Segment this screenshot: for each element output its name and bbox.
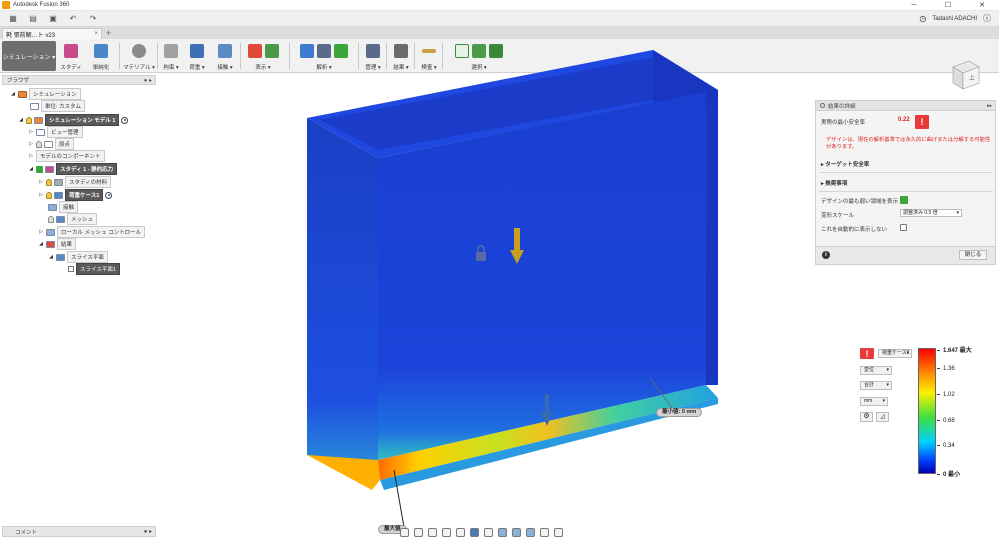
load-arrow-shaft bbox=[545, 394, 549, 412]
warning-icon: ! bbox=[915, 115, 929, 129]
grid-settings-icon[interactable] bbox=[484, 527, 493, 537]
quantity-select[interactable]: 変位 bbox=[860, 366, 892, 375]
target-sf-section[interactable]: ▸ ターゲット安全率 bbox=[821, 160, 869, 168]
expand-panel-icon[interactable]: ▸▸ bbox=[987, 103, 992, 109]
fit-icon[interactable] bbox=[456, 527, 465, 537]
svg-text:上: 上 bbox=[969, 74, 975, 82]
legend-settings-icon[interactable]: ⚙ bbox=[860, 412, 873, 422]
mesh-view-icon[interactable] bbox=[540, 527, 549, 537]
orbit-icon[interactable] bbox=[400, 527, 409, 537]
deform-scale-select[interactable]: 調整済み 0.5 倍 bbox=[900, 209, 962, 217]
legend-tick: 0.68 bbox=[937, 418, 955, 424]
legend-tick: 0.34 bbox=[937, 443, 955, 449]
legend-max-label: 1.647 最大 bbox=[937, 345, 972, 354]
display-settings-icon[interactable] bbox=[470, 527, 479, 537]
model-base-corner bbox=[307, 455, 380, 490]
recommendations-section[interactable]: ▸ 推奨事項 bbox=[821, 179, 847, 187]
panel-divider bbox=[819, 191, 993, 192]
deform-scale-label: 変形スケール bbox=[821, 213, 855, 219]
min-value-label[interactable]: 最小値: 0 mm bbox=[656, 408, 703, 417]
legend-tick: 1.36 bbox=[937, 366, 955, 372]
unit-select[interactable]: mm bbox=[860, 397, 888, 406]
look-at-icon[interactable] bbox=[414, 527, 423, 537]
view-cube[interactable]: 上 bbox=[945, 55, 985, 95]
shaded-view-icon[interactable] bbox=[512, 527, 521, 537]
show-weakest-icon[interactable] bbox=[900, 196, 908, 204]
min-sf-label: 実際の最小安全率 bbox=[821, 120, 866, 126]
panel-divider bbox=[819, 172, 993, 173]
close-button[interactable]: 閉じる bbox=[959, 250, 987, 260]
results-details-panel: 結果の詳細 ▸▸ 実際の最小安全率 0.22 ! デザインは、現在の解析基準では… bbox=[815, 100, 996, 265]
results-panel-header[interactable]: 結果の詳細 ▸▸ bbox=[816, 101, 995, 111]
info-icon[interactable]: i bbox=[822, 251, 830, 259]
no-auto-show-label: これを自動的に表示しない bbox=[821, 227, 888, 233]
load-arrow-shaft bbox=[514, 228, 520, 250]
legend-tick: 1.02 bbox=[937, 392, 955, 398]
recommendations-label: 推奨事項 bbox=[825, 181, 848, 187]
model-left-wall[interactable] bbox=[307, 118, 378, 470]
view-cube-icon[interactable] bbox=[498, 527, 507, 537]
viewport-canvas[interactable] bbox=[0, 0, 999, 541]
results-panel-footer: i 閉じる bbox=[816, 246, 995, 264]
target-sf-label: ターゲット安全率 bbox=[825, 162, 870, 168]
min-sf-value: 0.22 bbox=[898, 117, 910, 123]
zoom-icon[interactable] bbox=[442, 527, 451, 537]
wireframe-view-icon[interactable] bbox=[526, 527, 535, 537]
results-panel-title: 結果の詳細 bbox=[828, 103, 856, 110]
navigation-bar bbox=[400, 526, 600, 538]
legend-min-label: 0 最小 bbox=[937, 469, 960, 478]
fusion-window: Autodesk Fusion 360 ─ ☐ ✕ ▦ ▤ ▣ ↶ ↷ ◷ Ta… bbox=[0, 0, 999, 541]
probe-icon[interactable]: ◿ bbox=[876, 412, 889, 422]
legend-color-bar bbox=[918, 348, 936, 474]
show-weakest-label: デザインの最も弱い領域を表示 bbox=[821, 199, 899, 205]
result-type-select[interactable]: 荷重ケース1 bbox=[878, 349, 912, 358]
section-view-icon[interactable] bbox=[554, 527, 563, 537]
warning-message: デザインは、現在の解析基準では永久的に曲げまたは分解する可能性があります。 bbox=[826, 137, 991, 150]
constraint-lock-icon[interactable] bbox=[476, 252, 486, 261]
pan-icon[interactable] bbox=[428, 527, 437, 537]
legend-warning-icon[interactable]: ! bbox=[860, 348, 874, 359]
panel-circle-icon bbox=[820, 103, 825, 108]
no-auto-show-checkbox[interactable] bbox=[900, 224, 907, 231]
component-select[interactable]: 合計 bbox=[860, 381, 892, 390]
